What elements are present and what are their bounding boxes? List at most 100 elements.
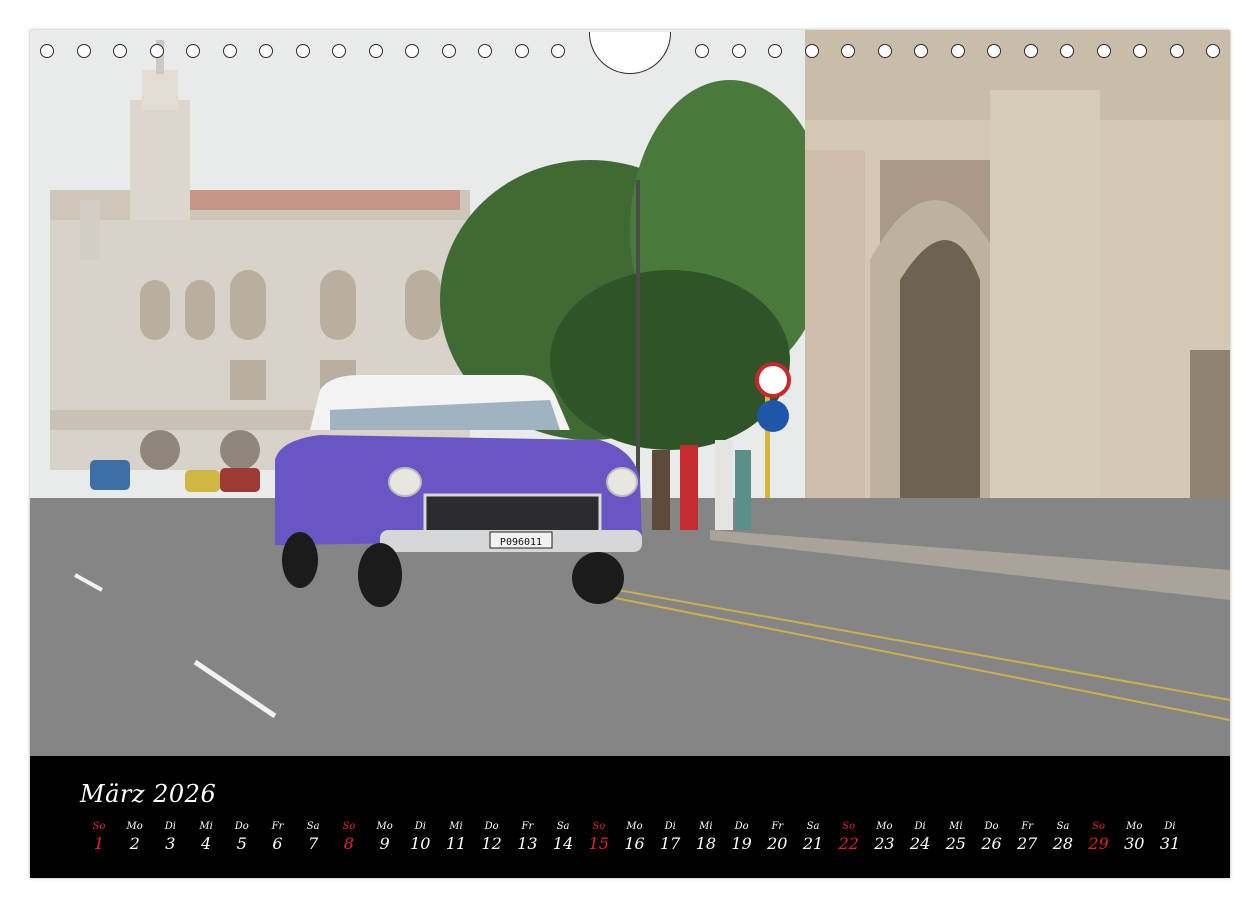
day-number: 8	[343, 834, 354, 853]
day-number: 12	[481, 834, 502, 853]
day-cell: Do 19	[725, 820, 759, 854]
day-cell: Mo 16	[618, 820, 652, 854]
binding-ring	[987, 44, 1001, 58]
day-cell: Di 17	[653, 820, 687, 854]
day-number: 30	[1124, 834, 1145, 853]
day-cell: Di 31	[1153, 820, 1187, 854]
weekday-label: Do	[484, 821, 499, 832]
day-number: 26	[981, 834, 1002, 853]
binding-ring	[332, 44, 346, 58]
day-number: 14	[552, 834, 574, 853]
day-number: 29	[1088, 834, 1109, 853]
binding-ring	[914, 44, 928, 58]
day-cell: So 1	[82, 820, 116, 854]
weekday-label: Mi	[949, 821, 963, 832]
calendar-strip: März 2026 So 1 Mo 2 Di 3 Mi 4 Do 5 Fr 6 Sa 7 So 8 Mo 9 Di 1…	[30, 756, 1230, 878]
day-number: 27	[1017, 834, 1038, 853]
weekday-label: Di	[664, 821, 676, 832]
day-cell: Mo 2	[118, 820, 152, 854]
binding-ring	[295, 44, 310, 58]
day-cell: Mi 25	[939, 820, 973, 854]
day-number: 10	[410, 834, 431, 853]
day-cell: Do 26	[975, 820, 1009, 854]
day-number: 17	[660, 834, 681, 853]
weekday-label: Do	[984, 821, 999, 832]
day-cell: Mo 23	[867, 820, 901, 854]
day-cell: Mi 4	[189, 820, 223, 854]
binding-ring	[731, 44, 746, 58]
day-cell: So 29	[1082, 820, 1116, 854]
weekday-label: Fr	[271, 821, 284, 832]
day-number: 5	[236, 834, 247, 853]
day-number: 1	[93, 834, 105, 853]
binding-ring	[804, 44, 819, 58]
day-cell: Do 5	[225, 820, 259, 854]
day-cell: Sa 7	[296, 820, 330, 854]
day-cell: Mo 30	[1117, 820, 1151, 854]
binding-ring	[368, 44, 383, 58]
binding-ring	[149, 44, 164, 58]
day-cell: So 22	[832, 820, 866, 854]
binding-ring	[113, 44, 127, 58]
binding-ring	[441, 44, 456, 58]
binding-ring	[695, 44, 709, 58]
day-cell: Mi 11	[439, 820, 473, 854]
weekday-label: Mo	[126, 821, 143, 832]
day-number: 7	[308, 834, 319, 853]
weekday-label: Di	[1164, 821, 1176, 832]
day-cell: Sa 28	[1046, 820, 1080, 854]
day-cell: Do 12	[475, 820, 509, 854]
day-number: 31	[1159, 834, 1181, 853]
day-cell: Mo 9	[368, 820, 402, 854]
license-plate: P096011	[500, 537, 542, 548]
day-cell: Di 3	[153, 820, 187, 854]
binding-ring	[478, 44, 492, 58]
day-cell: Sa 21	[796, 820, 830, 854]
weekday-label: Sa	[306, 821, 320, 832]
binding-ring	[950, 44, 965, 58]
day-number: 23	[874, 834, 895, 853]
weekday-label: So	[1092, 821, 1106, 832]
weekday-label: Mi	[699, 821, 713, 832]
weekday-label: So	[842, 821, 856, 832]
day-cell: So 8	[332, 820, 366, 854]
colonnade-building	[805, 30, 1230, 570]
day-number: 28	[1052, 834, 1074, 853]
weekday-label: Do	[734, 821, 749, 832]
weekday-label: So	[342, 821, 356, 832]
day-number: 13	[517, 834, 538, 853]
day-cell: So 15	[582, 820, 616, 854]
weekday-label: Mo	[376, 821, 393, 832]
binding-ring	[1023, 44, 1038, 58]
binding-ring	[1096, 44, 1111, 58]
weekday-label: So	[592, 821, 606, 832]
binding-ring	[1060, 44, 1074, 58]
binding-ring	[1206, 44, 1220, 58]
day-number: 24	[909, 834, 931, 853]
day-number: 9	[379, 834, 390, 853]
binding-ring	[877, 44, 892, 58]
weekday-label: Mo	[1126, 821, 1143, 832]
binding-ring	[222, 44, 237, 58]
weekday-label: Di	[914, 821, 926, 832]
binding-ring	[405, 44, 419, 58]
weekday-label: Mi	[449, 821, 463, 832]
binding-ring	[841, 44, 855, 58]
day-cell: Sa 14	[546, 820, 580, 854]
weekday-label: So	[92, 821, 106, 832]
day-cell: Fr 13	[510, 820, 544, 854]
day-number: 6	[272, 834, 283, 853]
street-scene-illustration: P096011	[30, 30, 1230, 756]
day-number: 19	[731, 834, 752, 853]
month-title: März 2026	[80, 780, 217, 808]
binding-ring	[1133, 44, 1147, 58]
weekday-label: Mo	[876, 821, 893, 832]
binding-ring	[768, 44, 782, 58]
day-number: 4	[201, 834, 212, 853]
weekday-label: Fr	[771, 821, 784, 832]
weekday-label: Di	[414, 821, 426, 832]
calendar-page: P096011 März 2026 So 1 Mo 2 Di 3 Mi 4 Do 5 Fr 6	[30, 30, 1230, 878]
binding-ring	[259, 44, 273, 58]
weekday-label: Di	[164, 821, 176, 832]
day-row: So 1 Mo 2 Di 3 Mi 4 Do 5 Fr 6 Sa 7 So 8 Mo 9 Di 10 Mi 11 Do 12 F…	[82, 820, 1202, 860]
